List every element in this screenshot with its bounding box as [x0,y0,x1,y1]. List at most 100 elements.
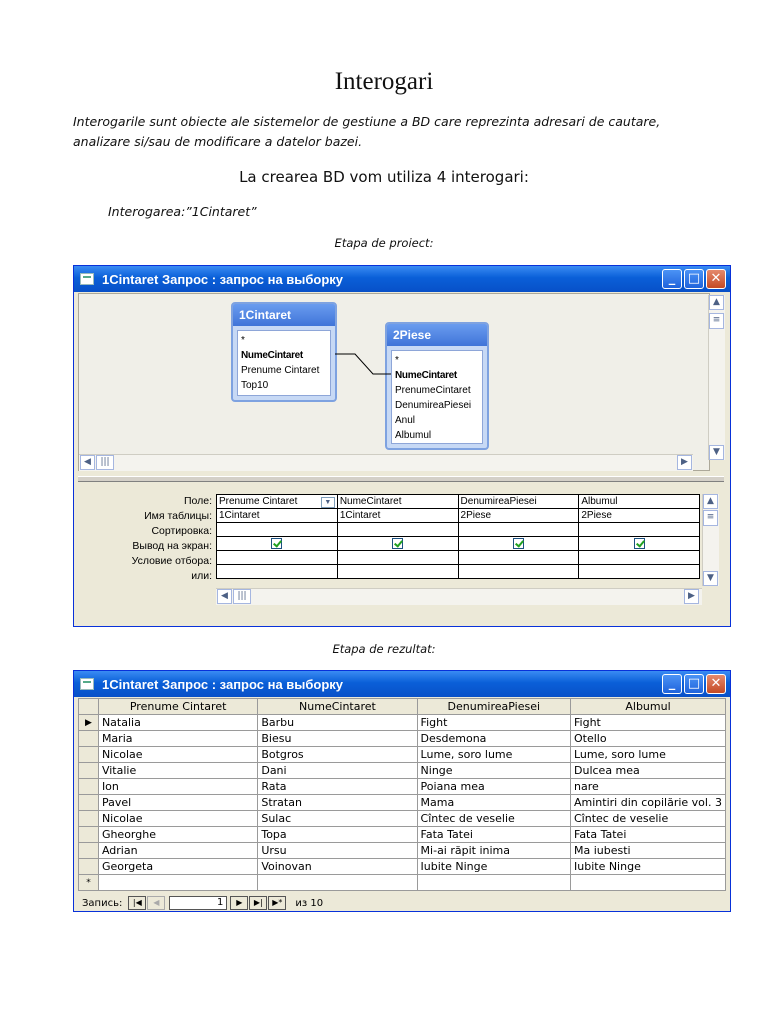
table-cell[interactable]: Iubite Ninge [570,858,726,875]
pane-splitter[interactable] [78,476,724,482]
record-selector[interactable] [78,778,99,795]
record-selector[interactable] [78,730,99,747]
criteria-cell[interactable] [578,550,700,565]
table-box-1cintaret[interactable]: 1Cintaret * NumeCintaret Prenume Cintare… [231,302,337,402]
table-cell[interactable]: Poiana mea [416,778,572,795]
field-item[interactable]: * [241,333,327,348]
dropdown-arrow-icon[interactable]: ▼ [320,496,335,508]
table-cell[interactable] [570,874,726,891]
maximize-button[interactable]: □ [684,269,704,289]
record-selector[interactable] [78,842,99,859]
table-cell[interactable]: Botgros [257,746,418,763]
table-pane-vscrollbar[interactable]: ▲ ≡ ▼ [708,295,725,460]
maximize-button[interactable]: □ [684,674,704,694]
table-row[interactable]: ▶ Natalia Barbu Fight Fight [78,714,726,731]
record-selector[interactable] [78,826,99,843]
grid-vscrollbar[interactable]: ▲ ≡ ▼ [702,494,719,586]
table-cell[interactable]: Ursu [257,842,418,859]
previous-record-button[interactable]: ◀ [147,896,166,910]
last-record-button[interactable]: ▶| [249,896,268,910]
table-cell[interactable]: Desdemona [416,730,572,747]
table-cell[interactable]: Mama [416,794,572,811]
design-window-titlebar[interactable]: 1Cintaret Запрос : запрос на выборку _ □… [74,266,730,292]
record-selector[interactable] [78,762,99,779]
sort-cell[interactable] [336,522,459,537]
field-cell[interactable]: Prenume Cintaret ▼ [216,494,338,509]
table-cell[interactable]: Ninge [416,762,572,779]
table-cell[interactable]: Vitalie [97,762,259,779]
table-cell[interactable]: Georgeta [97,858,259,875]
scroll-down-icon[interactable]: ▼ [709,445,724,460]
scroll-right-icon[interactable]: ▶ [677,455,692,470]
column-header[interactable]: Albumul [570,698,726,715]
field-item-key[interactable]: NumeCintaret [241,348,327,363]
scroll-up-icon[interactable]: ▲ [703,494,718,509]
table-cell[interactable]: Ion [97,778,259,795]
table-cell[interactable]: Mi-ai răpit inima [416,842,572,859]
table-cell[interactable]: Gheorghe [97,826,259,843]
table-row[interactable]: Nicolae Botgros Lume, soro lume Lume, soro … [78,746,726,763]
field-item[interactable]: Anul [395,413,479,428]
show-checkbox[interactable] [271,537,283,549]
table-cell[interactable]: Cîntec de veselie [416,810,572,827]
criteria-cell[interactable] [216,550,338,565]
scroll-thumb[interactable]: ||| [96,455,114,470]
table-cell[interactable]: Fight [416,714,572,731]
table-cell[interactable] [257,874,418,891]
field-item[interactable]: PrenumeCintaret [395,383,479,398]
table-cell[interactable]: Biesu [257,730,418,747]
sort-cell[interactable] [578,522,700,537]
scroll-right-icon[interactable]: ▶ [684,589,699,604]
table-cell[interactable]: Fata Tatei [570,826,726,843]
field-item[interactable]: * [395,353,479,368]
table-cell[interactable]: Lume, soro lume [416,746,572,763]
field-item-key[interactable]: NumeCintaret [395,368,479,383]
new-record-button[interactable]: ▶* [268,896,287,910]
show-checkbox[interactable] [633,537,645,549]
table-cell[interactable]: Dani [257,762,418,779]
next-record-button[interactable]: ▶ [230,896,249,910]
table-row[interactable]: Maria Biesu Desdemona Otello [78,730,726,747]
select-all-cell[interactable] [78,698,99,715]
table-cell[interactable]: Cîntec de veselie [570,810,726,827]
field-item[interactable]: Top10 [241,378,327,393]
table-cell[interactable]: 1Cintaret [216,508,338,523]
or-cell[interactable] [336,564,459,579]
record-selector[interactable] [78,794,99,811]
field-cell[interactable]: NumeCintaret [336,494,459,509]
field-item[interactable]: Prenume Cintaret [241,363,327,378]
table-cell[interactable]: Fata Tatei [416,826,572,843]
table-cell[interactable]: Lume, soro lume [570,746,726,763]
table-cell[interactable] [97,874,259,891]
show-checkbox[interactable] [512,537,524,549]
table-cell[interactable]: Rata [257,778,418,795]
table-cell[interactable]: Voinovan [257,858,418,875]
result-window-titlebar[interactable]: 1Cintaret Запрос : запрос на выборку _ □… [74,671,730,697]
minimize-button[interactable]: _ [662,674,682,694]
table-cell[interactable]: Nicolae [97,746,259,763]
table-pane-hscrollbar[interactable]: ◀ ||| ▶ [79,454,693,471]
table-cell[interactable]: Stratan [257,794,418,811]
record-selector[interactable] [78,858,99,875]
table-row[interactable]: Ion Rata Poiana mea nare [78,778,726,795]
table-cell[interactable]: Pavel [97,794,259,811]
table-cell[interactable]: Barbu [257,714,418,731]
table-cell[interactable] [416,874,572,891]
column-header[interactable]: NumeCintaret [257,698,418,715]
close-button[interactable]: ✕ [706,674,726,694]
table-cell[interactable]: 2Piese [457,508,580,523]
table-row[interactable]: Nicolae Sulac Cîntec de veselie Cîntec de v… [78,810,726,827]
current-record-marker[interactable]: ▶ [78,714,99,731]
record-selector[interactable] [78,810,99,827]
column-header[interactable]: DenumireaPiesei [416,698,572,715]
column-header[interactable]: Prenume Cintaret [97,698,259,715]
field-cell[interactable]: DenumireaPiesei [457,494,580,509]
scroll-thumb[interactable]: ||| [233,589,251,604]
table-cell[interactable]: Sulac [257,810,418,827]
table-cell[interactable]: Amintiri din copilărie vol. 3 [570,794,726,811]
table-cell[interactable]: Fight [570,714,726,731]
table-cell[interactable]: nare [570,778,726,795]
table-box-2piese[interactable]: 2Piese * NumeCintaret PrenumeCintaret De… [385,322,489,450]
scroll-left-icon[interactable]: ◀ [80,455,95,470]
table-cell[interactable]: Otello [570,730,726,747]
